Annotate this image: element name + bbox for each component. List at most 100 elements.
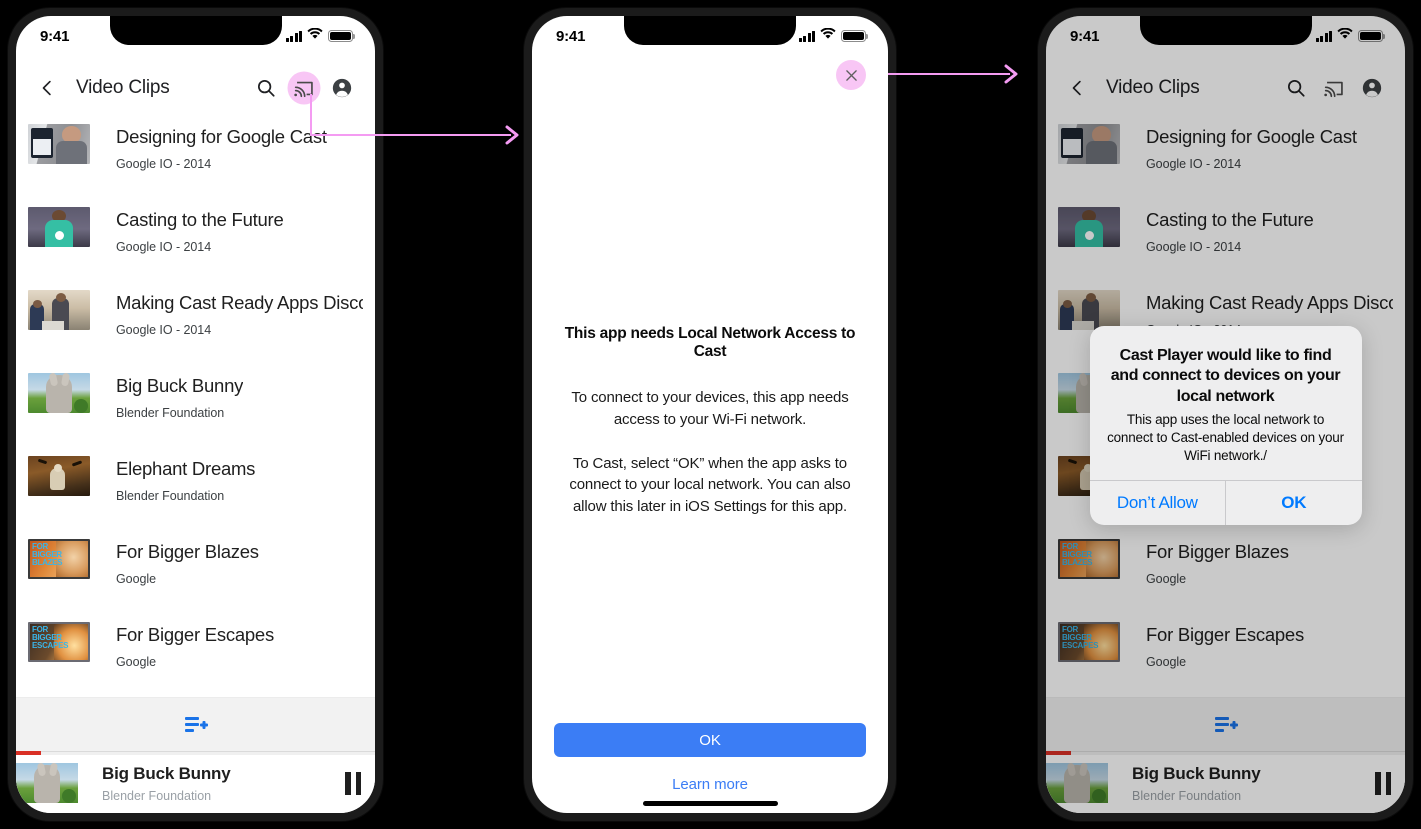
ios-alert-title: Cast Player would like to find and conne…: [1110, 347, 1341, 405]
phone-3-screen: 9:41 Video Clips Designing for Google Ca…: [1046, 16, 1405, 813]
permission-screen: This app needs Local Network Access to C…: [532, 60, 888, 813]
thumbnail: [28, 456, 90, 496]
battery-icon: [841, 30, 869, 42]
thumbnail: [28, 290, 90, 330]
battery-icon: [328, 30, 356, 42]
phone-2-frame: 9:41 This app needs Local Network Access…: [524, 8, 896, 821]
list-item-meta: For Bigger Blazes Google: [116, 539, 259, 586]
queue-bar[interactable]: [16, 697, 375, 751]
close-button[interactable]: [836, 60, 866, 90]
list-item[interactable]: Making Cast Ready Apps Discover... Googl…: [16, 282, 375, 365]
list-item-subtitle: Blender Foundation: [116, 489, 225, 503]
learn-more-link[interactable]: Learn more: [554, 776, 866, 793]
list-item-title: Big Buck Bunny: [116, 375, 244, 396]
account-button[interactable]: [323, 69, 361, 107]
list-item-title: Making Cast Ready Apps Discover...: [116, 292, 363, 313]
battery-icon: [1358, 30, 1386, 42]
status-bar-time: 9:41: [556, 27, 586, 45]
list-item-title: For Bigger Escapes: [116, 624, 274, 645]
phone-1-screen: 9:41 Video Clips Designing for Google Ca…: [16, 16, 375, 813]
list-item-meta: Designing for Google Cast Google IO - 20…: [116, 124, 327, 171]
list-item-subtitle: Google IO - 2014: [116, 240, 212, 254]
cellular-signal-icon: [798, 30, 815, 42]
list-item-title: Casting to the Future: [116, 209, 284, 230]
list-item-subtitle: Blender Foundation: [116, 406, 225, 420]
search-icon: [257, 79, 275, 97]
phone-1-frame: 9:41 Video Clips Designing for Google Ca…: [8, 8, 383, 821]
permission-paragraph-2: To Cast, select “OK” when the app asks t…: [569, 454, 851, 516]
phone-3-frame: 9:41 Video Clips Designing for Google Ca…: [1038, 8, 1413, 821]
list-item-title: For Bigger Blazes: [116, 541, 259, 562]
list-item-subtitle: Google: [116, 655, 157, 669]
mini-player[interactable]: Big Buck Bunny Blender Foundation: [16, 751, 375, 813]
list-item[interactable]: Casting to the Future Google IO - 2014: [16, 199, 375, 282]
wifi-icon: [307, 27, 323, 45]
app-bar: Video Clips: [16, 60, 375, 116]
thumbnail: FOR BIGGER ESCAPES: [28, 622, 90, 662]
status-bar-indicators: [798, 27, 869, 45]
search-button[interactable]: [247, 69, 285, 107]
wifi-icon: [1337, 27, 1353, 45]
list-item-meta: For Bigger Escapes Google: [116, 622, 274, 669]
notch: [109, 16, 282, 45]
account-circle-icon: [332, 78, 352, 98]
mini-player-meta: Big Buck Bunny Blender Foundation: [102, 764, 345, 803]
ios-alert-actions: Don’t Allow OK: [1089, 480, 1362, 526]
permission-heading: This app needs Local Network Access to C…: [564, 324, 856, 360]
status-bar-time: 9:41: [40, 27, 70, 45]
list-item-subtitle: Google IO - 2014: [116, 157, 212, 171]
permission-body: This app needs Local Network Access to C…: [554, 120, 866, 723]
list-item[interactable]: Designing for Google Cast Google IO - 20…: [16, 116, 375, 199]
mini-player-thumbnail: [16, 762, 78, 803]
close-icon: [845, 69, 857, 81]
wifi-icon: [820, 27, 836, 45]
list-item-subtitle: Google: [116, 572, 157, 586]
cast-icon: [293, 81, 313, 97]
cellular-signal-icon: [1315, 30, 1332, 42]
mini-player-subtitle: Blender Foundation: [102, 788, 212, 803]
notch: [1139, 16, 1312, 45]
thumbnail: [28, 373, 90, 413]
playback-progress-bar[interactable]: [16, 751, 375, 755]
list-item-subtitle: Google IO - 2014: [116, 323, 212, 337]
ok-button[interactable]: OK: [554, 723, 866, 757]
list-item[interactable]: FOR BIGGER ESCAPES For Bigger Escapes Goog…: [16, 614, 375, 697]
list-item-meta: Making Cast Ready Apps Discover... Googl…: [116, 290, 363, 337]
permission-paragraph-1: To connect to your devices, this app nee…: [571, 388, 849, 428]
video-list: Designing for Google Cast Google IO - 20…: [16, 116, 375, 697]
list-item-meta: Big Buck Bunny Blender Foundation: [116, 373, 243, 420]
screenshot-canvas: 9:41 Video Clips Designing for Google Ca…: [0, 0, 1421, 829]
notch: [624, 16, 796, 45]
list-item-title: Elephant Dreams: [116, 458, 256, 479]
cast-button[interactable]: [285, 69, 323, 107]
back-button[interactable]: [28, 69, 66, 107]
ios-permission-alert: Cast Player would like to find and conne…: [1089, 326, 1362, 526]
list-item[interactable]: Elephant Dreams Blender Foundation: [16, 448, 375, 531]
status-bar-indicators: [1315, 27, 1386, 45]
permission-footer: OK Learn more: [554, 723, 866, 813]
thumbnail: [28, 207, 90, 247]
dont-allow-button[interactable]: Don’t Allow: [1090, 481, 1226, 525]
pause-button[interactable]: [345, 771, 361, 795]
ios-alert-body: Cast Player would like to find and conne…: [1090, 326, 1362, 480]
list-item-meta: Elephant Dreams Blender Foundation: [116, 456, 255, 503]
allow-ok-button[interactable]: OK: [1225, 481, 1362, 526]
cast-to-permission-arrowhead: [505, 125, 519, 145]
list-item-meta: Casting to the Future Google IO - 2014: [116, 207, 284, 254]
thumbnail: FOR BIGGER BLAZES: [28, 539, 90, 579]
home-indicator: [532, 801, 888, 806]
status-bar-indicators: [285, 27, 356, 45]
ios-alert-message: This app uses the local network to conne…: [1107, 412, 1344, 464]
cellular-signal-icon: [285, 30, 302, 42]
permission-topbar: [554, 60, 866, 120]
mini-player-title: Big Buck Bunny: [102, 763, 231, 783]
thumbnail: [28, 124, 90, 164]
queue-add-icon: [184, 716, 208, 732]
phone-2-screen: 9:41 This app needs Local Network Access…: [532, 16, 888, 813]
close-to-list-arrowhead: [1004, 64, 1018, 84]
status-bar-time: 9:41: [1070, 27, 1100, 45]
list-item-title: Designing for Google Cast: [116, 126, 327, 147]
list-item[interactable]: Big Buck Bunny Blender Foundation: [16, 365, 375, 448]
list-item[interactable]: FOR BIGGER BLAZES For Bigger Blazes Google: [16, 531, 375, 614]
page-title: Video Clips: [76, 77, 170, 98]
